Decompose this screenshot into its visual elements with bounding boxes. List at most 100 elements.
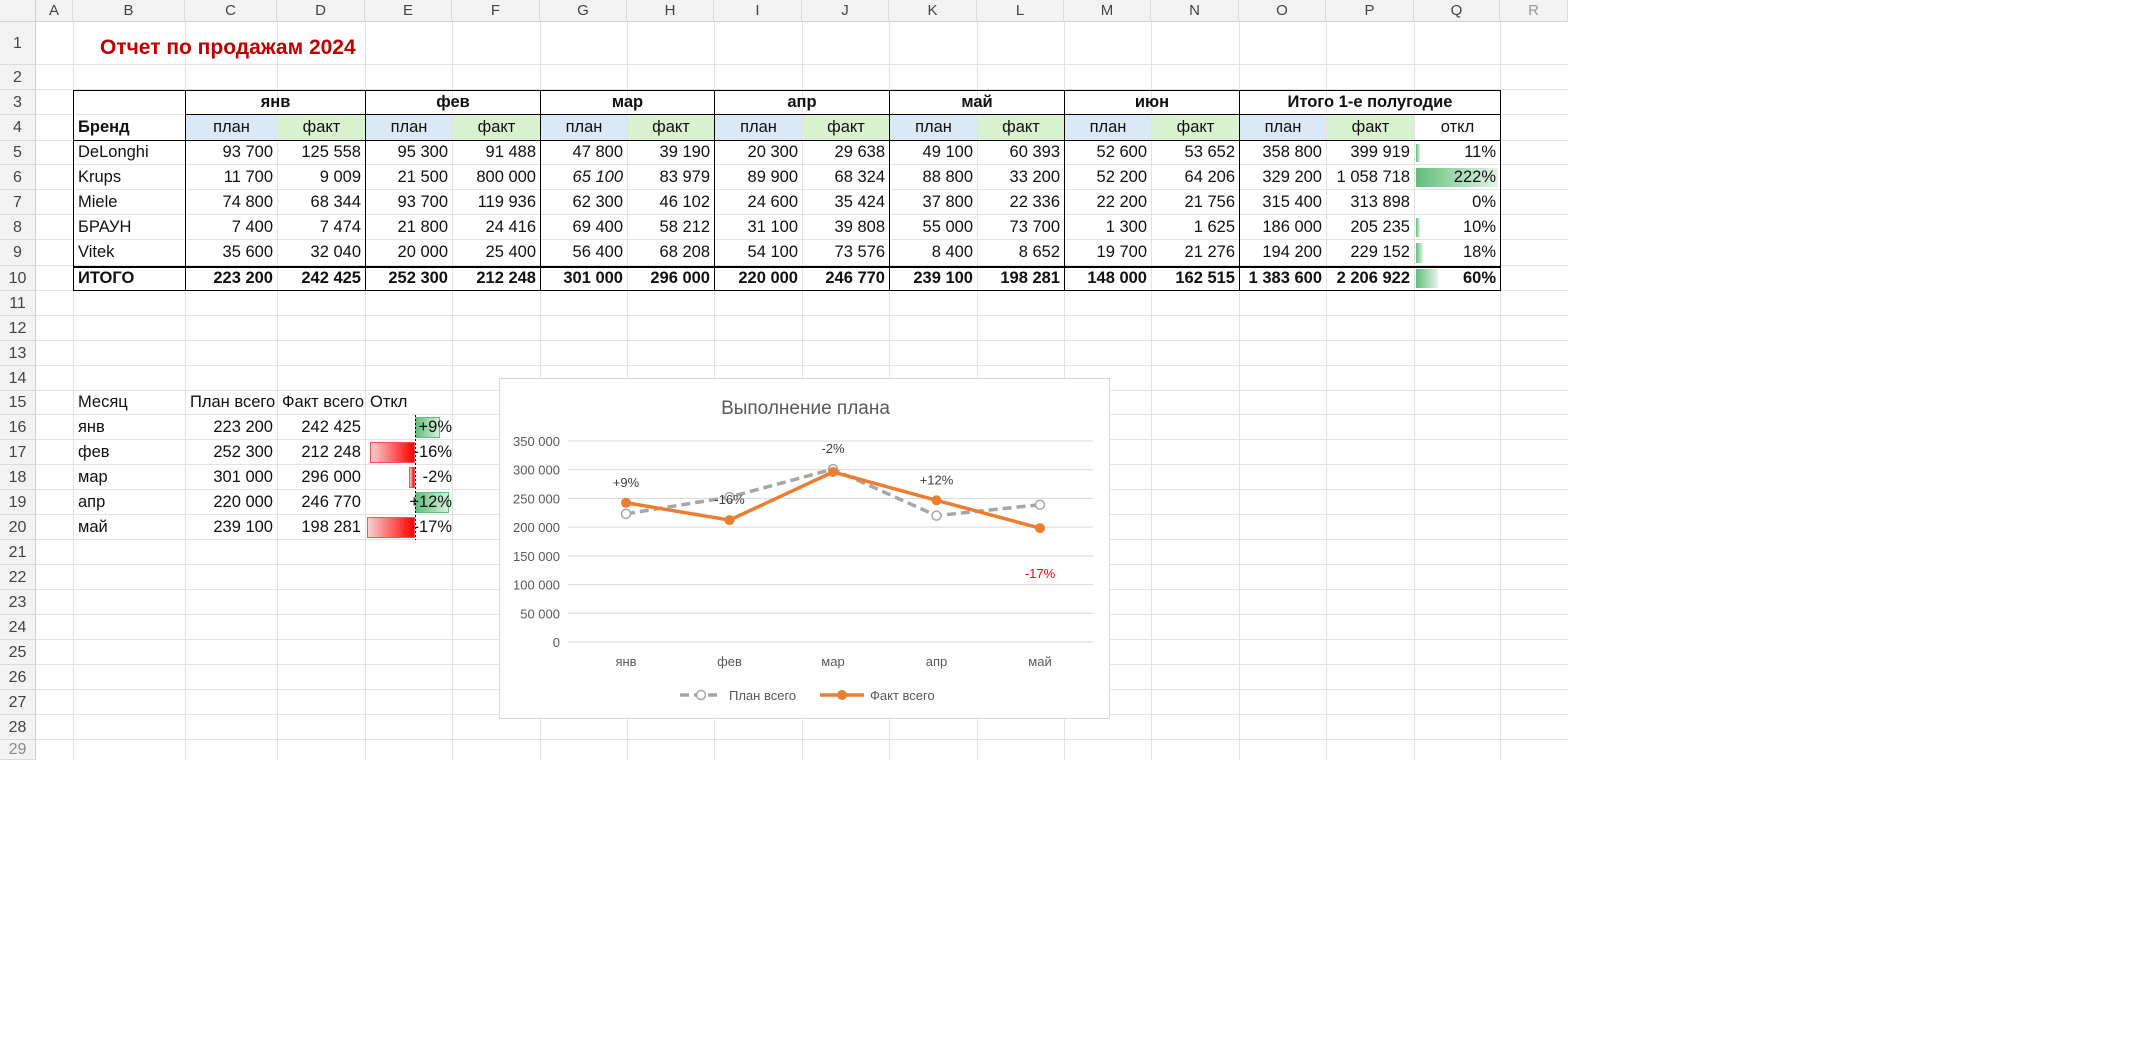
value-cell[interactable]: 52 200 xyxy=(1065,165,1151,189)
summary-fact[interactable]: 246 770 xyxy=(278,490,365,514)
value-cell[interactable]: 21 800 xyxy=(366,215,452,239)
total-value-cell[interactable]: 162 515 xyxy=(1152,266,1239,290)
value-cell[interactable]: 125 558 xyxy=(278,141,365,164)
row-header-13[interactable]: 13 xyxy=(0,341,36,366)
total-value-cell[interactable]: 198 281 xyxy=(978,266,1064,290)
total-label[interactable]: ИТОГО xyxy=(74,266,185,290)
total-value-cell[interactable]: 239 100 xyxy=(890,266,977,290)
value-cell[interactable]: 119 936 xyxy=(453,190,540,214)
column-header-l[interactable]: L xyxy=(977,0,1064,22)
value-cell[interactable]: 1 625 xyxy=(1152,215,1239,239)
value-cell[interactable]: 25 400 xyxy=(453,240,540,265)
value-cell[interactable]: 32 040 xyxy=(278,240,365,265)
brand-header[interactable]: Бренд xyxy=(74,115,185,140)
value-cell[interactable]: 65 100 xyxy=(541,165,627,189)
fact-subheader[interactable]: факт xyxy=(978,115,1064,140)
total-value-cell[interactable]: 212 248 xyxy=(453,266,540,290)
summary-deviation[interactable]: -16% xyxy=(366,440,452,464)
row-header-8[interactable]: 8 xyxy=(0,215,36,240)
total-fact-cell[interactable]: 229 152 xyxy=(1327,240,1414,265)
value-cell[interactable]: 7 474 xyxy=(278,215,365,239)
column-header-f[interactable]: F xyxy=(452,0,540,22)
value-cell[interactable]: 22 200 xyxy=(1065,190,1151,214)
value-cell[interactable]: 39 808 xyxy=(803,215,889,239)
summary-plan[interactable]: 223 200 xyxy=(186,415,277,439)
total-plan-cell[interactable]: 358 800 xyxy=(1240,141,1326,164)
total-plan-cell[interactable]: 329 200 xyxy=(1240,165,1326,189)
value-cell[interactable]: 21 500 xyxy=(366,165,452,189)
plan-subheader[interactable]: план xyxy=(1065,115,1151,140)
total-header[interactable]: Итого 1-е полугодие xyxy=(1240,90,1500,114)
fact-subheader[interactable]: факт xyxy=(453,115,540,140)
summary-fact[interactable]: 212 248 xyxy=(278,440,365,464)
deviation-cell[interactable]: 11% xyxy=(1415,141,1500,164)
total-fact-cell[interactable]: 1 058 718 xyxy=(1327,165,1414,189)
value-cell[interactable]: 64 206 xyxy=(1152,165,1239,189)
value-cell[interactable]: 69 400 xyxy=(541,215,627,239)
value-cell[interactable]: 68 324 xyxy=(803,165,889,189)
select-all-corner[interactable] xyxy=(0,0,36,22)
value-cell[interactable]: 8 400 xyxy=(890,240,977,265)
column-header-k[interactable]: K xyxy=(889,0,977,22)
value-cell[interactable]: 35 424 xyxy=(803,190,889,214)
value-cell[interactable]: 56 400 xyxy=(541,240,627,265)
summary-header-plan[interactable]: План всего xyxy=(186,391,277,414)
total-value-cell[interactable]: 252 300 xyxy=(366,266,452,290)
row-header-24[interactable]: 24 xyxy=(0,615,36,640)
value-cell[interactable]: 83 979 xyxy=(628,165,714,189)
value-cell[interactable]: 60 393 xyxy=(978,141,1064,164)
total-fact-cell[interactable]: 313 898 xyxy=(1327,190,1414,214)
plan-subheader[interactable]: план xyxy=(890,115,977,140)
value-cell[interactable]: 73 700 xyxy=(978,215,1064,239)
total-fact-cell[interactable]: 205 235 xyxy=(1327,215,1414,239)
month-header[interactable]: мар xyxy=(541,90,714,114)
fact-subheader[interactable]: факт xyxy=(278,115,365,140)
plan-subheader[interactable]: план xyxy=(366,115,452,140)
row-header-12[interactable]: 12 xyxy=(0,316,36,341)
total-value-cell[interactable]: 223 200 xyxy=(186,266,277,290)
row-header-2[interactable]: 2 xyxy=(0,65,36,90)
row-header-4[interactable]: 4 xyxy=(0,115,36,141)
column-header-d[interactable]: D xyxy=(277,0,365,22)
column-header-p[interactable]: P xyxy=(1326,0,1414,22)
plan-subheader[interactable]: план xyxy=(715,115,802,140)
brand-cell[interactable]: DeLonghi xyxy=(74,141,185,164)
grand-total-deviation[interactable]: 60% xyxy=(1415,266,1500,290)
fact-subheader[interactable]: факт xyxy=(803,115,889,140)
column-header-c[interactable]: C xyxy=(185,0,277,22)
column-header-n[interactable]: N xyxy=(1151,0,1239,22)
summary-deviation[interactable]: +12% xyxy=(366,490,452,514)
row-header-20[interactable]: 20 xyxy=(0,515,36,540)
row-header-15[interactable]: 15 xyxy=(0,391,36,415)
value-cell[interactable]: 20 300 xyxy=(715,141,802,164)
month-header[interactable]: янв xyxy=(186,90,365,114)
value-cell[interactable]: 22 336 xyxy=(978,190,1064,214)
summary-header-fact[interactable]: Факт всего xyxy=(278,391,365,414)
summary-month[interactable]: фев xyxy=(74,440,185,464)
value-cell[interactable]: 93 700 xyxy=(366,190,452,214)
column-header-j[interactable]: J xyxy=(802,0,889,22)
value-cell[interactable]: 31 100 xyxy=(715,215,802,239)
summary-plan[interactable]: 239 100 xyxy=(186,515,277,539)
summary-deviation[interactable]: -17% xyxy=(366,515,452,539)
row-header-14[interactable]: 14 xyxy=(0,366,36,391)
month-header[interactable]: июн xyxy=(1065,90,1239,114)
summary-month[interactable]: апр xyxy=(74,490,185,514)
value-cell[interactable]: 800 000 xyxy=(453,165,540,189)
row-header-16[interactable]: 16 xyxy=(0,415,36,440)
column-header-m[interactable]: M xyxy=(1064,0,1151,22)
row-header-22[interactable]: 22 xyxy=(0,565,36,590)
column-header-r[interactable]: R xyxy=(1500,0,1568,22)
summary-fact[interactable]: 198 281 xyxy=(278,515,365,539)
row-header-7[interactable]: 7 xyxy=(0,190,36,215)
value-cell[interactable]: 19 700 xyxy=(1065,240,1151,265)
summary-header-dev[interactable]: Откл xyxy=(366,391,452,414)
value-cell[interactable]: 21 756 xyxy=(1152,190,1239,214)
value-cell[interactable]: 91 488 xyxy=(453,141,540,164)
value-cell[interactable]: 62 300 xyxy=(541,190,627,214)
value-cell[interactable]: 24 600 xyxy=(715,190,802,214)
value-cell[interactable]: 35 600 xyxy=(186,240,277,265)
plan-subheader[interactable]: план xyxy=(186,115,277,140)
row-header-23[interactable]: 23 xyxy=(0,590,36,615)
value-cell[interactable]: 55 000 xyxy=(890,215,977,239)
